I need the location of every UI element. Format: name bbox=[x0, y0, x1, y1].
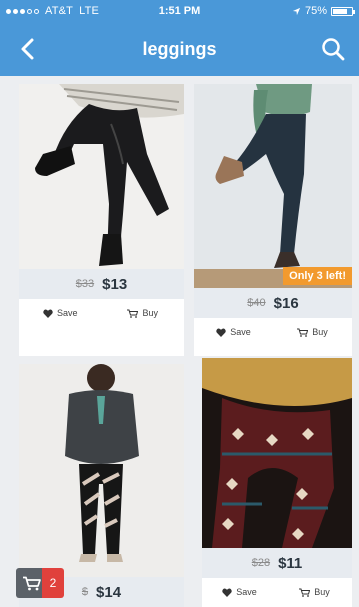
product-photo-denim-leggings bbox=[194, 84, 352, 288]
product-card[interactable]: $28 $11 Save Buy bbox=[202, 358, 352, 607]
original-price: $28 bbox=[251, 557, 271, 569]
original-price: $33 bbox=[75, 278, 95, 290]
cart-icon bbox=[127, 309, 139, 318]
save-button[interactable]: Save bbox=[202, 587, 277, 597]
page-title: leggings bbox=[142, 39, 217, 59]
save-label: Save bbox=[56, 308, 78, 318]
price-row: $28 $11 bbox=[202, 548, 352, 578]
product-image[interactable] bbox=[202, 358, 352, 548]
buy-label: Buy bbox=[314, 587, 330, 597]
action-row: Save Buy bbox=[194, 318, 352, 346]
sale-price: $13 bbox=[102, 275, 128, 293]
battery-level bbox=[333, 8, 347, 14]
product-image[interactable] bbox=[194, 84, 352, 288]
location-arrow-icon bbox=[292, 7, 301, 15]
buy-button[interactable]: Buy bbox=[102, 308, 185, 318]
buy-button[interactable]: Buy bbox=[273, 327, 352, 337]
cart-icon bbox=[299, 588, 311, 597]
low-stock-badge: Only 3 left! bbox=[283, 267, 352, 285]
save-label: Save bbox=[230, 327, 251, 337]
product-photo-aztec-print-leggings bbox=[202, 358, 352, 548]
action-row: Save Buy bbox=[202, 578, 352, 606]
cart-icon bbox=[297, 328, 309, 337]
heart-icon bbox=[216, 327, 226, 337]
price-row: $40 $16 bbox=[194, 288, 352, 318]
product-card[interactable]: $33 $13 Save Buy bbox=[19, 84, 184, 356]
product-card[interactable]: Only 3 left! $40 $16 Save Buy bbox=[194, 84, 352, 356]
buy-label: Buy bbox=[312, 327, 328, 337]
buy-label: Buy bbox=[142, 308, 158, 318]
status-bar: AT&T LTE 1:51 PM 75% bbox=[0, 0, 359, 22]
battery-percent: 75% bbox=[304, 5, 327, 17]
search-button[interactable] bbox=[319, 35, 347, 63]
product-image[interactable] bbox=[19, 84, 184, 269]
cart-icon bbox=[23, 576, 41, 590]
search-icon bbox=[322, 38, 345, 61]
battery-icon bbox=[331, 6, 355, 16]
sale-price: $16 bbox=[273, 294, 299, 312]
sale-price: $14 bbox=[96, 583, 122, 601]
product-photo-black-leather-leggings bbox=[19, 84, 184, 269]
action-row: Save Buy bbox=[19, 299, 184, 327]
product-image[interactable] bbox=[19, 364, 184, 577]
product-grid: $33 $13 Save Buy Only 3 left! $40 $16 Sa… bbox=[0, 76, 359, 607]
buy-button[interactable]: Buy bbox=[277, 587, 352, 597]
original-price: $ bbox=[81, 586, 89, 598]
original-price: $40 bbox=[247, 297, 266, 309]
cart-count-badge[interactable]: 2 bbox=[42, 568, 64, 598]
heart-icon bbox=[43, 308, 53, 318]
save-label: Save bbox=[236, 587, 257, 597]
product-photo-cutout-leggings bbox=[19, 364, 184, 577]
price-row: $33 $13 bbox=[19, 269, 184, 299]
sale-price: $11 bbox=[278, 554, 303, 572]
nav-bar: leggings bbox=[0, 22, 359, 76]
save-button[interactable]: Save bbox=[19, 308, 102, 318]
save-button[interactable]: Save bbox=[194, 327, 273, 337]
heart-icon bbox=[222, 587, 232, 597]
status-right: 75% bbox=[292, 5, 355, 17]
